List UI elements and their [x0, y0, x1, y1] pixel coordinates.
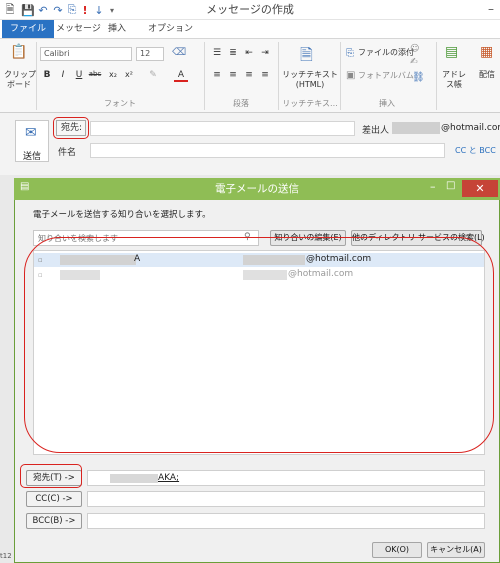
- to-recipient-field[interactable]: AKA;: [87, 470, 485, 486]
- dialog-title: 電子メールの送信: [215, 183, 299, 195]
- redacted-recipient: [110, 474, 158, 483]
- rich-text-line2[interactable]: (HTML): [282, 80, 338, 90]
- rich-text-icon[interactable]: 🗎: [300, 44, 313, 71]
- hyperlink-icon[interactable]: ⛓: [412, 72, 425, 83]
- rich-text-group-label: リッチテキス...: [282, 99, 338, 108]
- address-book-icon[interactable]: ▤: [445, 44, 458, 60]
- clipboard-label[interactable]: クリップ ボード: [4, 70, 36, 90]
- tab-options[interactable]: オプション: [140, 20, 201, 38]
- group-separator: [36, 42, 37, 110]
- bold-icon[interactable]: B: [40, 70, 54, 80]
- cc-recipient-button[interactable]: CC(C) ->: [26, 491, 82, 507]
- align-center-icon[interactable]: ≡: [226, 70, 240, 80]
- strikethrough-icon[interactable]: abc: [88, 70, 102, 78]
- dialog-minimize-button[interactable]: –: [430, 180, 436, 193]
- delivery-label[interactable]: 配信: [474, 70, 500, 80]
- increase-indent-icon[interactable]: ⇥: [258, 48, 272, 58]
- align-left-icon[interactable]: ≡: [210, 70, 224, 80]
- italic-icon[interactable]: I: [56, 70, 70, 80]
- dialog-instruction: 電子メールを送信する知り合いを選択します。: [33, 210, 211, 220]
- clear-format-icon[interactable]: ⌫: [172, 47, 186, 58]
- send-icon: ✉: [25, 125, 37, 141]
- rich-text-line1[interactable]: リッチテキスト: [282, 70, 338, 80]
- group-separator: [204, 42, 205, 110]
- sender-label: 差出人: [362, 126, 390, 136]
- annotation-box: [24, 237, 494, 453]
- subject-field[interactable]: [90, 143, 445, 158]
- dialog-close-button[interactable]: ✕: [462, 180, 498, 197]
- annotation-box: [53, 117, 89, 139]
- subscript-icon[interactable]: x₂: [106, 70, 120, 79]
- justify-icon[interactable]: ≡: [258, 70, 272, 80]
- delivery-icon[interactable]: ▦: [480, 44, 493, 60]
- send-label[interactable]: 送信: [15, 149, 49, 162]
- tab-file[interactable]: ファイル: [2, 20, 55, 38]
- to-field[interactable]: [90, 121, 355, 136]
- cc-recipient-field[interactable]: [87, 491, 485, 507]
- bcc-recipient-button[interactable]: BCC(B) ->: [26, 513, 82, 529]
- numbering-icon[interactable]: ≣: [226, 48, 240, 58]
- group-separator: [340, 42, 341, 110]
- photo-album-label[interactable]: フォトアルバム: [358, 71, 414, 81]
- align-right-icon[interactable]: ≡: [242, 70, 256, 80]
- tab-insert[interactable]: 挿入: [100, 20, 134, 38]
- dialog-maximize-button[interactable]: □: [446, 180, 455, 191]
- subject-label: 件名: [58, 148, 77, 158]
- clipboard-icon[interactable]: 📋: [10, 44, 27, 60]
- superscript-icon[interactable]: x²: [122, 70, 136, 79]
- to-recipient-value: AKA;: [158, 473, 180, 483]
- font-color-icon[interactable]: A: [174, 70, 188, 82]
- attach-file-icon[interactable]: ⎘: [346, 48, 354, 59]
- insert-group-label: 挿入: [379, 99, 395, 108]
- annotation-box: [20, 464, 82, 488]
- group-separator: [436, 42, 437, 110]
- font-group-label: フォント: [104, 99, 136, 108]
- signature-icon[interactable]: ✍: [410, 57, 418, 67]
- redacted-block: [392, 122, 440, 134]
- bullets-icon[interactable]: ☰: [210, 48, 224, 58]
- decrease-indent-icon[interactable]: ⇤: [242, 48, 256, 58]
- photo-album-icon[interactable]: ▣: [346, 70, 355, 81]
- address-book-label[interactable]: アドレ ス帳: [440, 70, 468, 90]
- attach-file-label[interactable]: ファイルの添付: [358, 48, 414, 58]
- sender-value[interactable]: @hotmail.com: [441, 123, 500, 133]
- status-text: t12: [0, 552, 12, 560]
- cc-bcc-link[interactable]: CC と BCC: [455, 145, 496, 156]
- font-size-box[interactable]: 12: [136, 47, 164, 61]
- minimize-button[interactable]: –: [488, 2, 494, 16]
- ok-button[interactable]: OK(O): [372, 542, 422, 558]
- cancel-button[interactable]: キャンセル(A): [427, 542, 485, 558]
- highlight-icon[interactable]: ✎: [146, 70, 160, 80]
- window-title: メッセージの作成: [206, 3, 294, 16]
- paragraph-group-label: 段落: [233, 99, 249, 108]
- underline-icon[interactable]: U: [72, 70, 86, 80]
- group-separator: [278, 42, 279, 110]
- bcc-recipient-field[interactable]: [87, 513, 485, 529]
- emoticon-icon[interactable]: ☺: [410, 44, 419, 54]
- font-name-box[interactable]: Calibri: [40, 47, 132, 61]
